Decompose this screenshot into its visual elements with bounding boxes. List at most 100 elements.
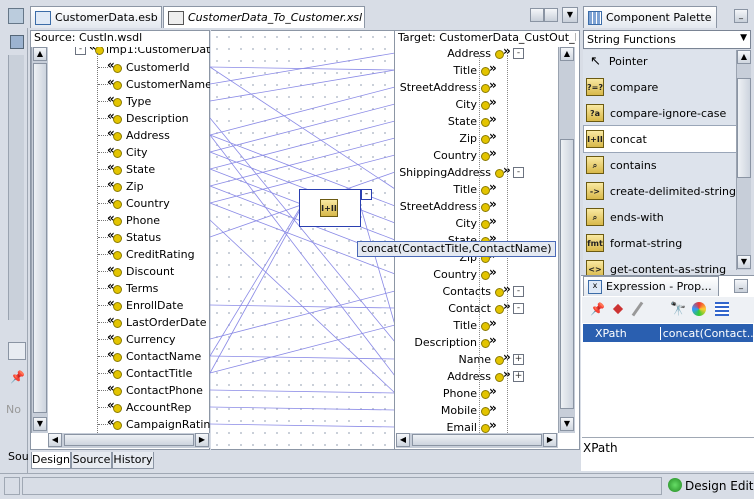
target-field-node[interactable]: Contact - xyxy=(448,299,524,316)
target-field-node[interactable]: Country xyxy=(433,146,496,163)
palette-item-label: ends-with xyxy=(610,210,664,224)
xpath-property-row[interactable]: XPath concat(Contact... xyxy=(583,324,753,342)
status-mode: Design Editing xyxy=(685,479,754,493)
element-icon xyxy=(480,418,497,433)
node-label: Address xyxy=(447,369,491,383)
mapping-link xyxy=(209,406,396,411)
node-label: Address xyxy=(447,46,491,60)
element-icon xyxy=(480,384,497,399)
target-field-node[interactable]: Address - xyxy=(447,45,524,61)
target-field-node[interactable]: State xyxy=(448,112,497,129)
function-node-collapse[interactable]: - xyxy=(361,189,372,200)
scroll-right-arrow[interactable]: ▶ xyxy=(543,433,557,447)
properties-minimize-button[interactable]: _ xyxy=(734,279,748,293)
palette-item-label: create-delimited-string xyxy=(609,184,736,198)
target-field-node[interactable]: Title xyxy=(453,316,496,333)
palette-colors-icon[interactable] xyxy=(692,302,706,316)
scroll-down-arrow[interactable]: ▼ xyxy=(737,255,751,269)
target-field-node[interactable]: Title xyxy=(453,61,497,78)
pin-icon[interactable]: 📌 xyxy=(590,302,605,316)
function-icon: ?a xyxy=(586,104,604,122)
collapse-icon[interactable]: - xyxy=(513,285,524,297)
function-tooltip: concat(ContactTitle,ContactName) xyxy=(357,241,556,257)
target-field-node[interactable]: Mobile xyxy=(441,401,497,418)
pointer-icon: ↖ xyxy=(590,53,601,69)
element-icon xyxy=(480,214,497,229)
mapping-link xyxy=(209,207,301,357)
collapse-icon[interactable]: - xyxy=(513,302,524,314)
element-icon xyxy=(480,401,497,416)
pencil-icon[interactable] xyxy=(631,301,644,317)
palette-item-format-string[interactable]: fmt format-string xyxy=(584,230,736,256)
palette-item-label: compare xyxy=(610,80,659,94)
palette-item-contains[interactable]: ⌕ contains xyxy=(584,152,736,178)
node-label: Title xyxy=(453,182,477,196)
target-vertical-scrollbar[interactable]: ▲ ▼ xyxy=(558,47,575,433)
property-name: XPath xyxy=(595,326,627,340)
palette-item-ends-with[interactable]: ⌕ ends-with xyxy=(584,204,736,230)
mapping-link xyxy=(209,355,396,360)
target-field-node[interactable]: ShippingAddress - xyxy=(399,163,524,180)
concat-icon: I+II xyxy=(320,199,338,217)
node-label: Description xyxy=(414,335,477,349)
node-label: Title xyxy=(453,318,477,332)
palette-minimize-button[interactable]: _ xyxy=(734,9,748,23)
function-icon: I+II xyxy=(586,130,604,148)
palette-category-select[interactable]: String Functions ▼ xyxy=(583,30,751,49)
magnifier-icon: ⌕ xyxy=(586,156,604,174)
scroll-thumb[interactable] xyxy=(560,139,574,409)
category-value: String Functions xyxy=(587,33,676,46)
properties-divider xyxy=(582,437,754,438)
target-field-node[interactable]: City xyxy=(455,95,496,112)
element-icon xyxy=(480,78,497,93)
target-field-node[interactable]: Email xyxy=(446,418,497,434)
properties-title-tab[interactable]: x Expression - Prop... xyxy=(583,276,719,296)
target-field-node[interactable]: Country xyxy=(433,265,496,282)
element-icon xyxy=(480,129,497,144)
palette-scrollbar[interactable]: ▲ ▼ xyxy=(736,50,751,270)
scroll-down-arrow[interactable]: ▼ xyxy=(560,417,574,431)
collapse-icon[interactable]: - xyxy=(513,166,524,178)
scroll-up-arrow[interactable]: ▲ xyxy=(560,47,574,61)
collapse-icon[interactable]: - xyxy=(513,47,524,59)
scroll-up-arrow[interactable]: ▲ xyxy=(737,50,751,64)
palette-item-label: compare-ignore-case xyxy=(610,106,727,120)
mapping-link xyxy=(209,423,396,428)
scroll-thumb[interactable] xyxy=(737,78,751,178)
palette-item-concat[interactable]: I+II concat xyxy=(583,125,737,153)
palette-icon xyxy=(588,10,602,25)
target-field-node[interactable]: Zip xyxy=(459,129,497,146)
target-field-node[interactable]: Phone xyxy=(443,384,497,401)
function-icon: ?=? xyxy=(586,78,604,96)
target-field-node[interactable]: Description xyxy=(414,333,496,350)
element-icon xyxy=(480,112,497,127)
target-field-node[interactable]: Contacts - xyxy=(442,282,524,299)
target-horizontal-scrollbar[interactable]: ◀ ▶ xyxy=(396,433,558,448)
target-field-node[interactable]: StreetAddress xyxy=(400,197,497,214)
palette-item-Pointer[interactable]: ↖ Pointer xyxy=(584,48,736,74)
binoculars-icon[interactable]: 🔭 xyxy=(670,302,686,317)
edit-icon[interactable] xyxy=(612,303,624,315)
node-label: Contact xyxy=(448,301,491,315)
target-field-node[interactable]: City xyxy=(455,214,497,231)
target-field-node[interactable]: Address + xyxy=(447,367,524,384)
properties-footer: XPath xyxy=(583,441,618,455)
element-icon xyxy=(480,61,497,76)
palette-item-label: format-string xyxy=(610,236,683,250)
expand-icon[interactable]: + xyxy=(513,353,524,365)
scroll-thumb[interactable] xyxy=(412,434,542,446)
node-label: City xyxy=(455,97,477,111)
target-field-node[interactable]: StreetAddress xyxy=(400,78,497,95)
function-node-box[interactable]: I+II xyxy=(299,189,361,227)
palette-item-compare[interactable]: ?=? compare xyxy=(584,74,736,100)
node-label: Email xyxy=(446,420,477,434)
palette-item-compare-ignore-case[interactable]: ?a compare-ignore-case xyxy=(584,100,736,126)
palette-item-create-delimited-string[interactable]: -> create-delimited-string xyxy=(584,178,736,204)
list-icon[interactable] xyxy=(715,302,729,316)
target-field-node[interactable]: Title xyxy=(453,180,496,197)
expand-icon[interactable]: + xyxy=(513,370,524,382)
target-field-node[interactable]: Name + xyxy=(459,350,524,367)
scroll-left-arrow[interactable]: ◀ xyxy=(396,433,410,447)
expression-icon: x xyxy=(588,279,602,294)
palette-title-tab[interactable]: Component Palette xyxy=(583,6,717,28)
